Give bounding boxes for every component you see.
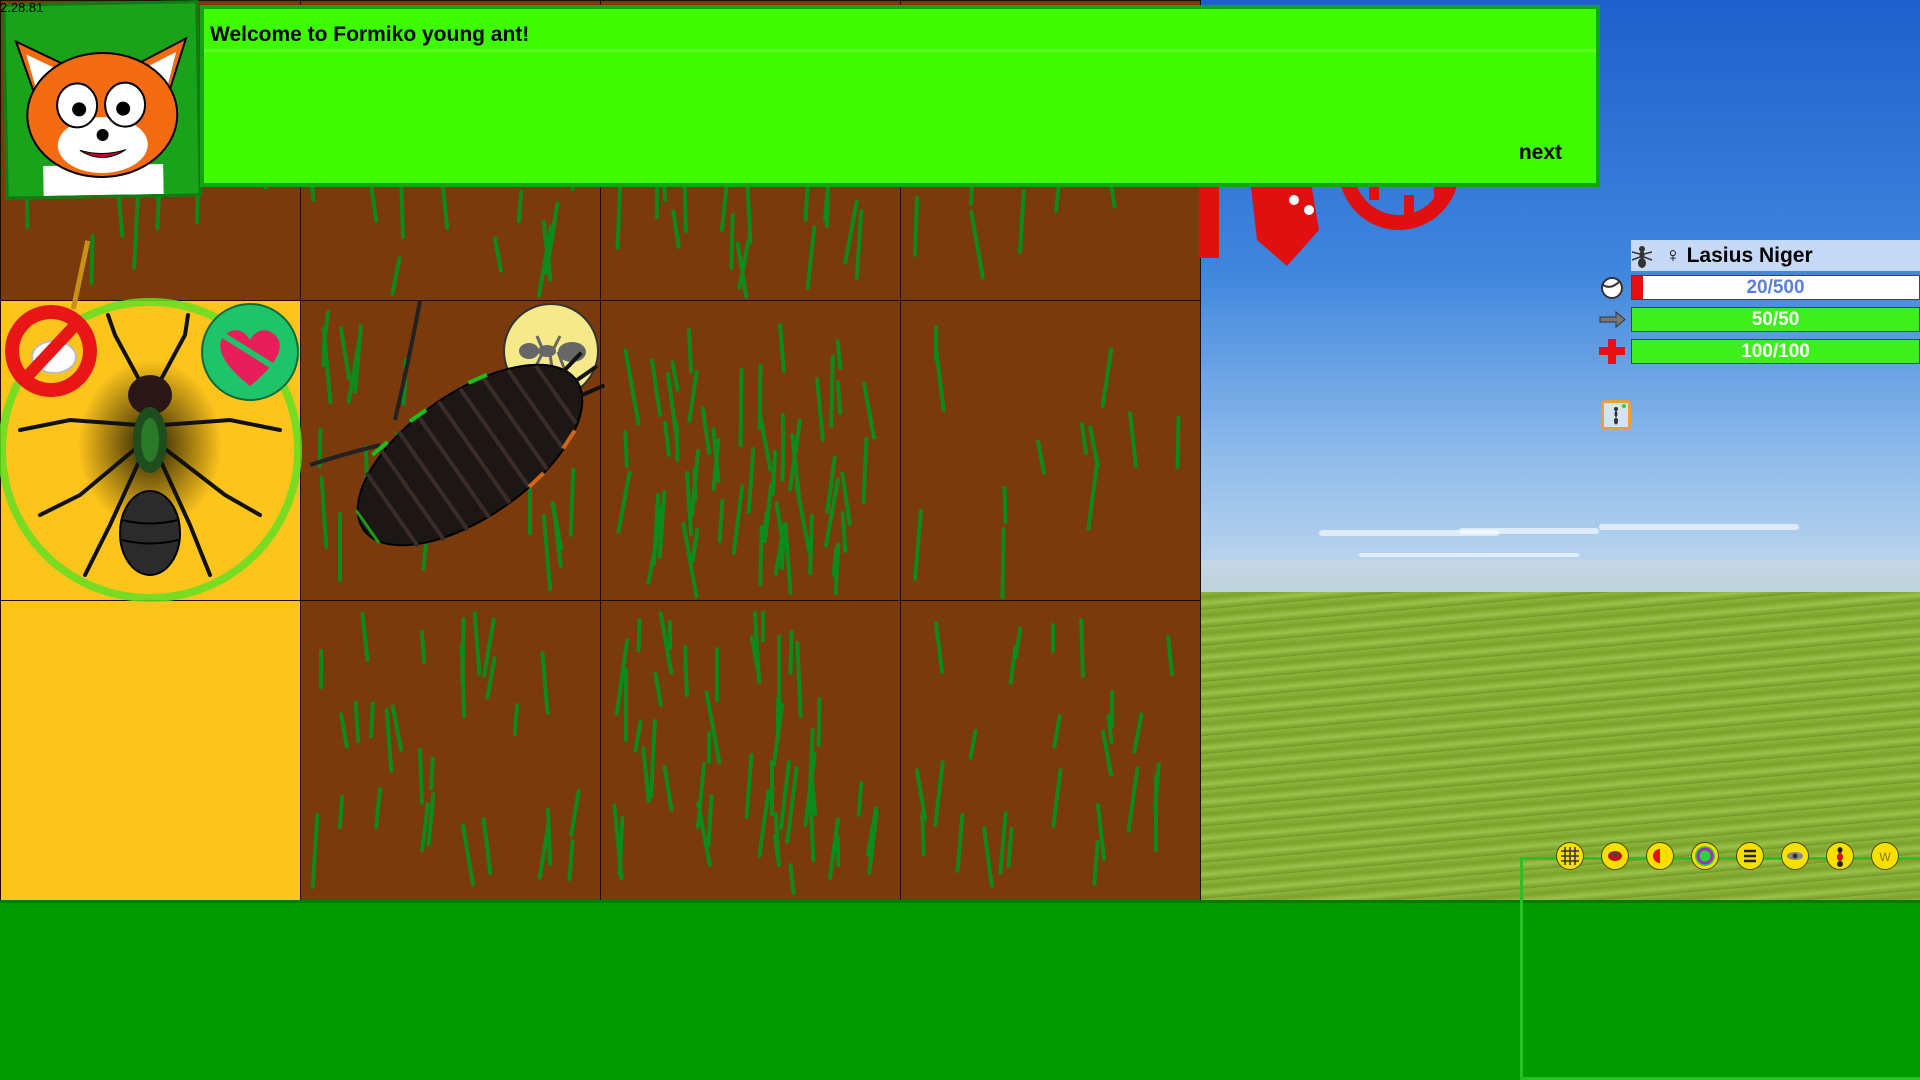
creature-header: ♀ Lasius Niger: [1631, 240, 1920, 271]
dialog-line: [204, 49, 1596, 52]
food-bar-fill: [1632, 276, 1644, 299]
svg-text:W: W: [1879, 850, 1891, 864]
tile[interactable]: [900, 300, 1201, 601]
grass-blade: [714, 646, 719, 702]
selected-tile[interactable]: [0, 600, 301, 901]
grass-blade: [761, 610, 766, 642]
grass-blade: [1050, 622, 1056, 653]
dialog-message: Welcome to Formiko young ant!: [210, 23, 530, 46]
cloud: [1599, 524, 1799, 530]
half-circle-icon[interactable]: [1646, 842, 1674, 870]
small-ant-icon: [1614, 404, 1626, 425]
food-icon: [1601, 277, 1623, 299]
creature-sex: ♀: [1665, 244, 1681, 267]
grass-blade: [623, 667, 628, 742]
ant-icon: [1631, 246, 1653, 268]
tile[interactable]: [300, 600, 601, 901]
heart-icon[interactable]: [200, 302, 300, 402]
pillbug-enemy[interactable]: [300, 295, 610, 615]
grass-blade: [770, 760, 775, 817]
food-bar: 20/500: [1631, 275, 1920, 300]
menu-lines-icon[interactable]: [1736, 842, 1764, 870]
purple-ring-icon[interactable]: [1691, 842, 1719, 870]
grid-icon[interactable]: [1556, 842, 1584, 870]
dialog-box: Welcome to Formiko young ant! next: [200, 5, 1600, 187]
creature-name: Lasius Niger: [1686, 244, 1813, 267]
grass-blade: [706, 731, 711, 765]
fox-face-icon: [14, 36, 188, 197]
grass-blade: [738, 368, 744, 448]
cloud: [1459, 528, 1599, 534]
version-label: 2.28.81: [0, 0, 44, 15]
speed-bar: 50/50: [1631, 307, 1920, 332]
food-value: 20/500: [1746, 277, 1805, 298]
speed-arrow-icon: [1599, 310, 1626, 329]
fox-guide-portrait: [2, 0, 202, 200]
next-button[interactable]: next: [1519, 141, 1562, 165]
cloud: [1359, 553, 1579, 557]
grass-blade: [777, 634, 782, 707]
health-cross-icon: [1599, 339, 1625, 364]
health-value: 100/100: [1741, 341, 1810, 362]
speed-value: 50/50: [1751, 309, 1800, 330]
no-food-icon[interactable]: [2, 302, 100, 400]
grass-blade: [728, 213, 735, 271]
grass-blade: [933, 324, 939, 361]
health-bar: 100/100: [1631, 339, 1920, 364]
ant-slot-button[interactable]: [1601, 400, 1631, 430]
grass-blade: [788, 629, 794, 675]
eye-icon[interactable]: [1781, 842, 1809, 870]
grass-blade: [318, 648, 323, 689]
minimap-frame: [1520, 857, 1920, 1080]
grass-blade: [1153, 773, 1159, 852]
grass-blade: [1109, 689, 1114, 728]
queen-ant-icon[interactable]: [1826, 842, 1854, 870]
w-letter-icon[interactable]: W: [1871, 842, 1899, 870]
red-ant-icon[interactable]: [1601, 842, 1629, 870]
